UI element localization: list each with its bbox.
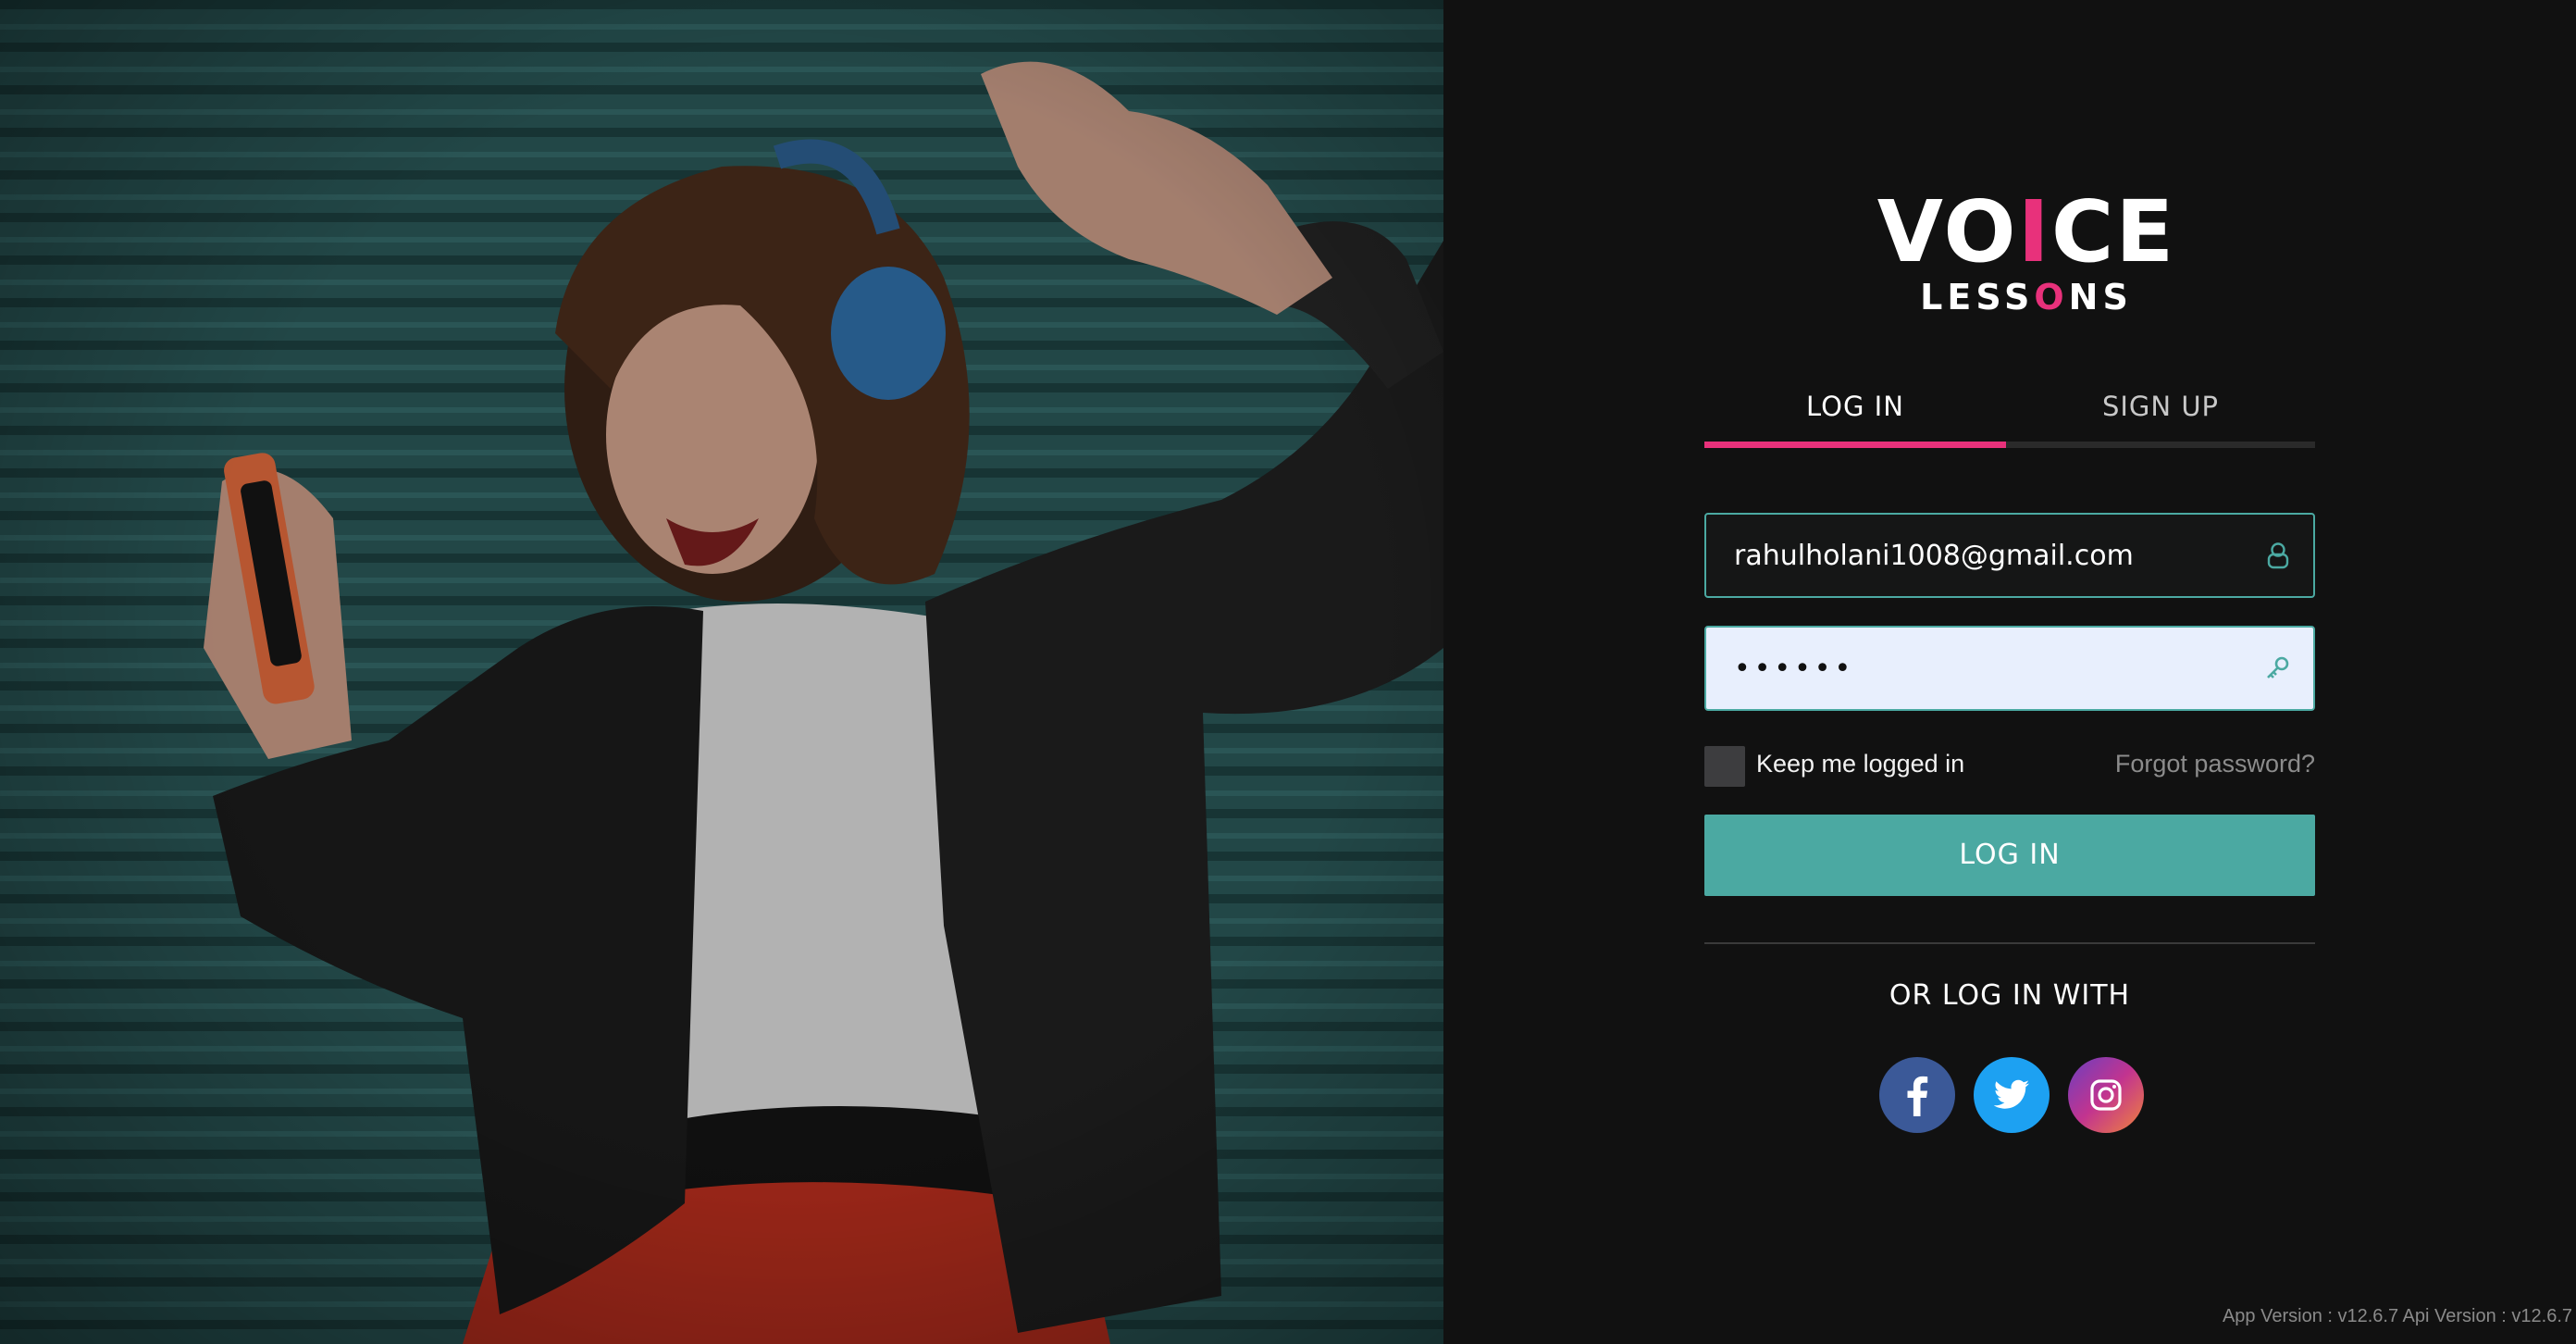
or-log-in-with-heading: OR LOG IN WITH <box>1889 979 2131 1012</box>
auth-tabs: LOG IN SIGN UP <box>1704 370 2315 448</box>
key-icon <box>2261 652 2295 685</box>
version-info: App Version : v12.6.7 Api Version : v12.… <box>2222 1306 2572 1326</box>
login-button[interactable]: LOG IN <box>1704 815 2315 896</box>
password-input[interactable] <box>1706 628 2243 709</box>
twitter-login-button[interactable] <box>1974 1057 2050 1133</box>
svg-text:VOICE: VOICE <box>1877 193 2175 281</box>
email-input[interactable] <box>1706 515 2243 596</box>
forgot-password-link[interactable]: Forgot password? <box>2115 750 2315 778</box>
divider <box>1704 942 2315 944</box>
hero-illustration <box>0 0 1443 1344</box>
tab-sign-up[interactable]: SIGN UP <box>2006 370 2315 448</box>
hero-image <box>0 0 1443 1344</box>
tab-log-in[interactable]: LOG IN <box>1704 370 2006 448</box>
facebook-login-button[interactable] <box>1879 1057 1955 1133</box>
twitter-icon <box>1993 1079 2029 1109</box>
email-field <box>1704 513 2315 598</box>
keep-logged-in-checkbox[interactable] <box>1704 746 1745 787</box>
svg-text:LESSONS: LESSONS <box>1920 277 2133 317</box>
user-icon <box>2261 539 2295 572</box>
password-field <box>1704 626 2315 711</box>
instagram-login-button[interactable] <box>2068 1057 2144 1133</box>
instagram-icon <box>2090 1079 2122 1111</box>
facebook-icon <box>1907 1076 1928 1116</box>
remember-row: Keep me logged in Forgot password? <box>1704 744 2315 787</box>
keep-logged-in-label[interactable]: Keep me logged in <box>1756 750 1964 778</box>
voice-lessons-logo: VOICE LESSONS <box>1869 193 2184 322</box>
login-panel: VOICE LESSONS LOG IN SIGN UP Keep me log… <box>1443 0 2576 1344</box>
